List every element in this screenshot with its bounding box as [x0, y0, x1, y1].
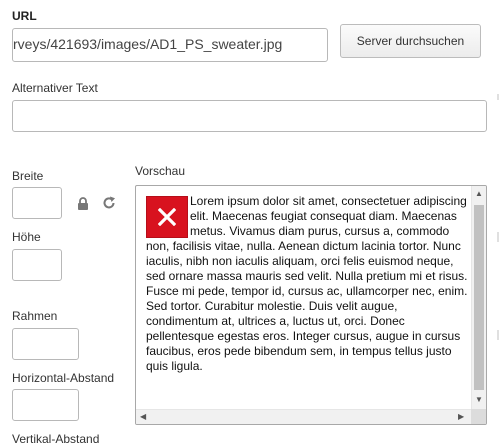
width-input[interactable]: [12, 187, 62, 219]
edge-divider: [497, 232, 499, 242]
border-input[interactable]: [12, 328, 79, 360]
preview-label: Vorschau: [135, 164, 186, 178]
vertical-scroll-thumb[interactable]: [474, 205, 484, 390]
height-label: Höhe: [12, 230, 41, 244]
scroll-down-icon[interactable]: ▼: [475, 396, 483, 404]
scroll-left-icon[interactable]: ◀: [140, 413, 146, 421]
url-label: URL: [12, 9, 37, 23]
scroll-up-icon[interactable]: ▲: [475, 190, 483, 198]
border-label: Rahmen: [12, 309, 58, 323]
preview-content: Lorem ipsum dolor sit amet, consectetuer…: [146, 194, 468, 408]
url-value: rveys/421693/images/AD1_PS_sweater.jpg: [13, 36, 283, 52]
url-input[interactable]: rveys/421693/images/AD1_PS_sweater.jpg: [12, 28, 328, 62]
scroll-right-icon[interactable]: ▶: [458, 413, 464, 421]
vertical-scrollbar[interactable]: ▲ ▼: [471, 186, 486, 409]
alt-text-input[interactable]: [12, 100, 487, 132]
scroll-corner: [471, 409, 486, 424]
width-label: Breite: [12, 169, 44, 183]
preview-text: Lorem ipsum dolor sit amet, consectetuer…: [146, 194, 468, 373]
preview-box[interactable]: Lorem ipsum dolor sit amet, consectetuer…: [135, 185, 487, 425]
hspace-input[interactable]: [12, 389, 79, 421]
edge-divider: [497, 94, 499, 100]
broken-image-icon: [146, 196, 188, 238]
vspace-label: Vertikal-Abstand: [12, 432, 100, 446]
reset-size-icon[interactable]: [102, 196, 116, 212]
horizontal-scrollbar[interactable]: ◀ ▶: [136, 409, 471, 424]
height-input[interactable]: [12, 249, 62, 281]
hspace-label: Horizontal-Abstand: [12, 371, 115, 385]
edge-divider: [497, 330, 499, 340]
browse-server-button[interactable]: Server durchsuchen: [340, 24, 481, 58]
alt-text-label: Alternativer Text: [12, 81, 98, 95]
lock-icon[interactable]: [77, 197, 89, 212]
